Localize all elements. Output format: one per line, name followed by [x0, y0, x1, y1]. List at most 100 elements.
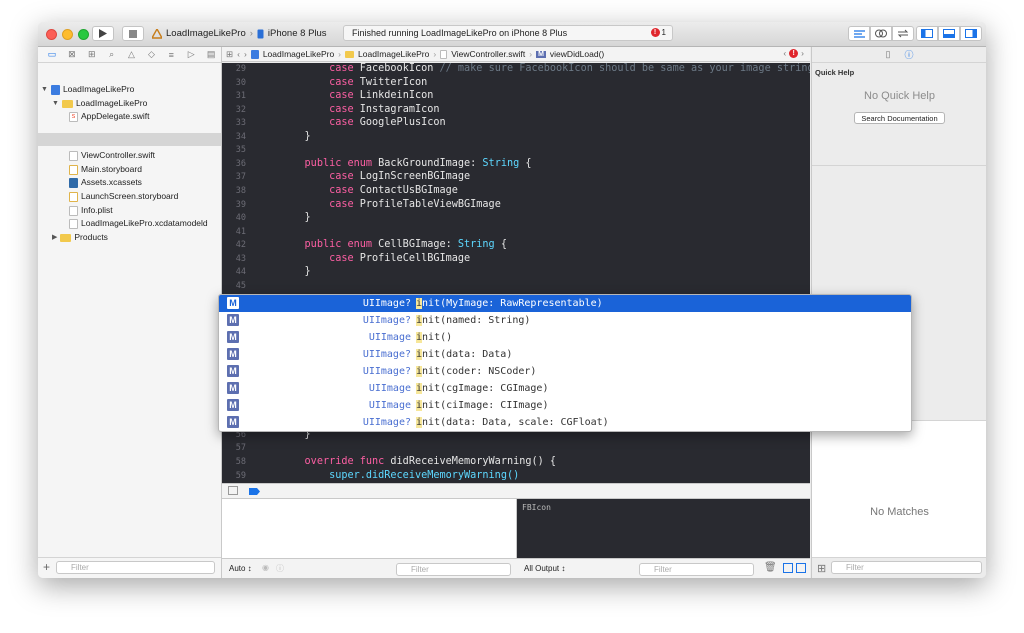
completion-item[interactable]: M UIImage? init(named: String) [219, 312, 911, 329]
datamodel-file-icon [69, 218, 78, 229]
test-icon[interactable]: ◇ [141, 49, 161, 60]
completion-item[interactable]: M UIImage init(ciImage: CIImage) [219, 397, 911, 414]
tree-group-row[interactable]: ▶ Products [52, 231, 108, 244]
trash-icon[interactable]: 🗑 [764, 562, 777, 573]
error-icon: ! [650, 28, 660, 37]
stop-button[interactable] [122, 26, 144, 41]
code-line: case LinkdeinIcon [329, 90, 434, 102]
line-number: 31 [235, 91, 246, 102]
run-button[interactable] [92, 26, 114, 41]
completion-return-type: UIImage? [362, 349, 411, 360]
app-target-icon [152, 28, 162, 39]
filter-placeholder: Filter [411, 565, 429, 574]
back-arrow-icon[interactable]: ‹ [237, 49, 240, 59]
minimize-window-button[interactable] [62, 29, 73, 40]
tree-project-row[interactable]: ▼ LoadImageLikePro [41, 83, 134, 96]
breakpoint-activate-icon[interactable] [249, 488, 260, 495]
console-output[interactable]: FBIcon [517, 499, 810, 558]
report-icon[interactable]: ▤ [201, 49, 221, 60]
related-items-icon[interactable]: ⊞ [226, 49, 233, 60]
symbol-icon[interactable]: ⊞ [82, 49, 102, 60]
folder-icon [345, 50, 355, 58]
close-window-button[interactable] [46, 29, 57, 40]
assistant-editor-button[interactable] [870, 26, 892, 41]
issue-icon[interactable]: △ [122, 49, 142, 60]
hide-debug-area-icon[interactable] [228, 486, 238, 495]
variables-scope-select[interactable]: Auto ↕ [229, 564, 252, 573]
tree-file-row[interactable]: LoadImageLikePro.xcdatamodeld [69, 217, 208, 230]
method-icon: M [227, 331, 239, 343]
tree-file-row[interactable]: s AppDelegate.swift [69, 110, 150, 123]
completion-item[interactable]: M UIImage? init(MyImage: RawRepresentable) [219, 295, 911, 312]
forward-arrow-icon[interactable]: › [244, 49, 247, 59]
tree-file-row[interactable]: LaunchScreen.storyboard [69, 190, 178, 203]
tree-label: Info.plist [81, 205, 113, 215]
completion-return-type: UIImage? [362, 366, 411, 377]
toggle-navigator-button[interactable] [916, 26, 938, 41]
signature-text: nit(data: Data, scale: CGFloat) [422, 417, 609, 428]
line-number: 44 [235, 267, 246, 278]
info-icon[interactable]: ⓘ [276, 563, 284, 574]
tree-file-row[interactable]: Assets.xcassets [69, 176, 142, 189]
console-output-select[interactable]: All Output ↕ [524, 564, 565, 573]
find-icon[interactable]: ⌕ [102, 49, 122, 60]
tree-file-row[interactable]: Info.plist [69, 204, 113, 217]
breadcrumb-method[interactable]: viewDidLoad() [550, 49, 604, 59]
previous-issue-icon[interactable]: ‹ [783, 48, 786, 58]
code-line: super.didReceiveMemoryWarning() [329, 469, 520, 481]
variables-view[interactable] [222, 499, 517, 558]
line-number: 35 [235, 145, 246, 156]
debug-bottom-bar: Auto ↕ ◉ ⓘ Filter All Output ↕ Filter 🗑 [222, 558, 810, 578]
project-navigator: ▭ ⊠ ⊞ ⌕ △ ◇ ≡ ▷ ▤ ▼ LoadImageLikePro ▼ L… [38, 47, 222, 578]
error-badge[interactable]: ! 1 [650, 28, 666, 37]
signature-text: nit() [422, 332, 453, 343]
variables-filter-input[interactable]: Filter [396, 563, 511, 576]
console-filter-input[interactable]: Filter [639, 563, 754, 576]
arrows-icon [897, 29, 909, 38]
breadcrumb-project[interactable]: LoadImageLikePro [263, 49, 334, 59]
breakpoint-icon[interactable]: ▷ [181, 49, 201, 60]
toggle-debug-area-button[interactable] [938, 26, 960, 41]
quick-help-icon[interactable]: ⓘ [904, 48, 913, 61]
completion-item[interactable]: M UIImage? init(coder: NSCoder) [219, 363, 911, 380]
code-line: } [304, 212, 311, 224]
completion-item[interactable]: M UIImage init(cgImage: CGImage) [219, 380, 911, 397]
file-inspector-icon[interactable]: ▯ [886, 49, 891, 60]
tree-file-row-selected[interactable]: ViewController.swift [69, 149, 155, 162]
add-icon[interactable]: + [43, 560, 50, 574]
split-left-icon[interactable] [783, 563, 793, 573]
completion-item[interactable]: M UIImage? init(data: Data, scale: CGFloat… [219, 414, 911, 431]
tree-group-row[interactable]: ▼ LoadImageLikePro [52, 97, 147, 110]
toggle-inspector-button[interactable] [960, 26, 982, 41]
code-line: } [304, 130, 311, 142]
scheme-selector[interactable]: LoadImageLikePro › iPhone 8 Plus [152, 26, 327, 41]
folder-icon[interactable]: ▭ [42, 49, 62, 60]
search-documentation-button[interactable]: Search Documentation [854, 112, 945, 124]
version-editor-button[interactable] [892, 26, 914, 41]
navigator-filter-input[interactable]: Filter [56, 561, 215, 574]
source-control-icon[interactable]: ⊠ [62, 49, 82, 60]
editor-mode-buttons [848, 26, 914, 41]
eye-icon[interactable]: ◉ [262, 563, 269, 572]
line-number: 40 [235, 213, 246, 224]
debug-icon[interactable]: ≡ [161, 50, 181, 60]
project-icon [50, 84, 60, 95]
tree-label: Products [74, 232, 108, 242]
error-icon[interactable]: ! [789, 48, 799, 58]
tree-file-row[interactable]: Main.storyboard [69, 163, 142, 176]
standard-editor-button[interactable] [848, 26, 870, 41]
chevron-right-icon: › [249, 28, 253, 39]
code-line: public enum CellBGImage: String { [304, 239, 507, 251]
breadcrumb-group[interactable]: LoadImageLikePro [358, 49, 429, 59]
completion-item[interactable]: M UIImage? init(data: Data) [219, 346, 911, 363]
next-issue-icon[interactable]: › [801, 48, 804, 58]
completion-signature: init(ciImage: CIImage) [416, 400, 548, 411]
code-line: case InstagramIcon [329, 103, 440, 115]
grid-view-icon[interactable]: ⊞ [817, 562, 826, 575]
library-filter-input[interactable]: Filter [831, 561, 982, 574]
zoom-window-button[interactable] [78, 29, 89, 40]
completion-signature: init(coder: NSCoder) [416, 366, 536, 377]
completion-item[interactable]: M UIImage init() [219, 329, 911, 346]
breadcrumb-file[interactable]: ViewController.swift [451, 49, 525, 59]
split-right-icon[interactable] [796, 563, 806, 573]
